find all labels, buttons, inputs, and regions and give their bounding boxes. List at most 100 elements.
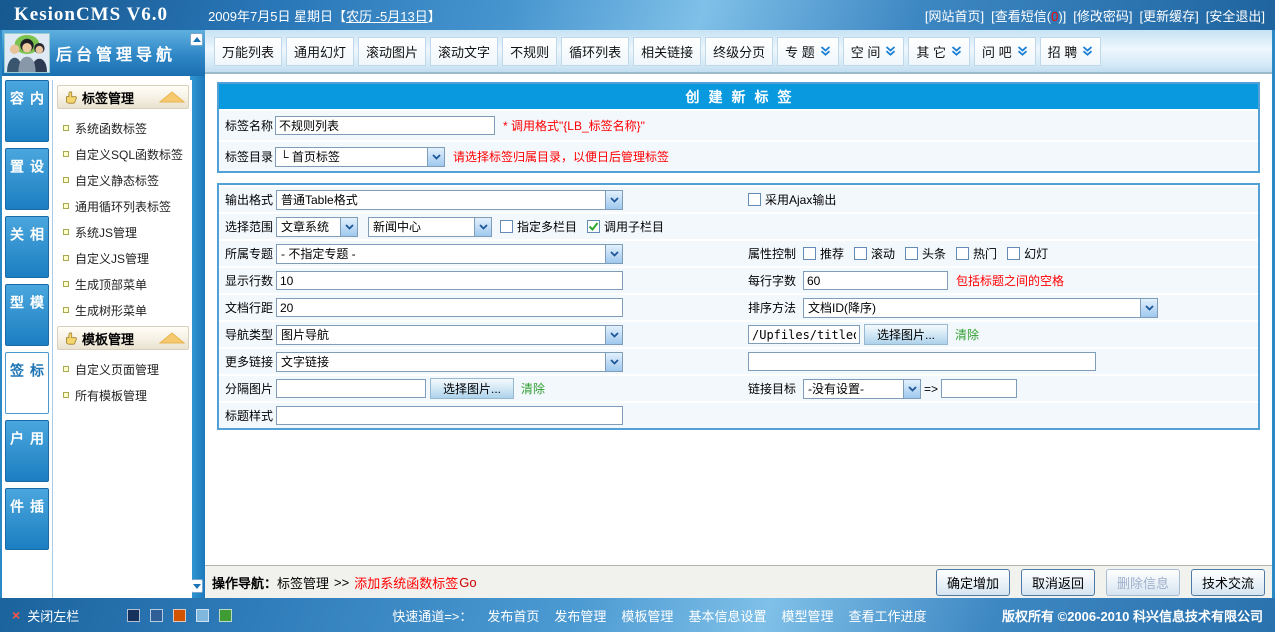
tag-directory-select[interactable]: └ 首页标签 <box>275 147 445 167</box>
menu-section-template-management[interactable]: 模板管理 <box>57 326 189 350</box>
section-collapse-icon <box>159 332 185 344</box>
display-rows-input[interactable] <box>276 271 623 290</box>
chars-per-line-hint: 包括标题之间的空格 <box>956 272 1064 289</box>
logout-link[interactable]: [安全退出] <box>1206 6 1265 25</box>
menu-section-tag-management[interactable]: 标签管理 <box>57 85 189 109</box>
tech-support-button[interactable]: 技术交流 <box>1191 569 1265 596</box>
quick-link-publish-home[interactable]: 发布首页 <box>487 606 539 625</box>
choose-separator-image-button[interactable]: 选择图片... <box>430 378 514 399</box>
chevron-double-down-icon <box>1082 46 1093 56</box>
more-link-select[interactable]: 文字链接 <box>276 352 623 372</box>
attr-scroll-checkbox[interactable] <box>854 247 867 260</box>
title-image-path-input[interactable] <box>748 325 860 344</box>
nav-type-row: 导航类型 图片导航 选择图片... 清除 <box>219 320 1258 347</box>
lunar-date-link[interactable]: 农历 -5月13日 <box>346 9 428 24</box>
collapse-down-button[interactable] <box>191 579 203 593</box>
tab-related-links[interactable]: 相关链接 <box>633 37 701 66</box>
attr-slide-checkbox[interactable] <box>1007 247 1020 260</box>
menu-item-system-js[interactable]: 系统JS管理 <box>56 219 190 245</box>
change-password-link[interactable]: [修改密码] <box>1073 6 1132 25</box>
ajax-output-checkbox[interactable] <box>748 193 761 206</box>
tab-space[interactable]: 空 间 <box>843 37 905 66</box>
menu-item-all-templates[interactable]: 所有模板管理 <box>56 382 190 408</box>
sidebar-tab-settings[interactable]: 设置 <box>5 148 49 210</box>
tab-universal-list[interactable]: 万能列表 <box>214 37 282 66</box>
nav-type-select[interactable]: 图片导航 <box>276 325 623 345</box>
attr-headline-checkbox[interactable] <box>905 247 918 260</box>
link-target-value-input[interactable] <box>941 379 1017 398</box>
theme-swatch[interactable] <box>150 609 163 622</box>
topic-select[interactable]: - 不指定专题 - <box>276 244 623 264</box>
attr-hot-checkbox[interactable] <box>956 247 969 260</box>
confirm-add-button[interactable]: 确定增加 <box>936 569 1010 596</box>
clear-title-image-link[interactable]: 清除 <box>955 326 979 343</box>
quick-link-model-manage[interactable]: 模型管理 <box>781 606 833 625</box>
theme-swatch[interactable] <box>219 609 232 622</box>
multi-category-checkbox[interactable] <box>500 220 513 233</box>
go-link[interactable]: Go <box>459 575 476 590</box>
clear-separator-image-link[interactable]: 清除 <box>521 380 545 397</box>
menu-item-custom-js[interactable]: 自定义JS管理 <box>56 245 190 271</box>
sidebar-tab-plugins[interactable]: 插件 <box>5 488 49 550</box>
theme-swatch[interactable] <box>127 609 140 622</box>
output-format-select[interactable]: 普通Table格式 <box>276 190 623 210</box>
add-system-tag-link[interactable]: 添加系统函数标签 <box>354 573 458 592</box>
theme-swatch[interactable] <box>196 609 209 622</box>
dropdown-arrow-icon <box>1140 299 1157 317</box>
more-link-url-input[interactable] <box>748 352 1096 371</box>
sort-method-select[interactable]: 文档ID(降序) <box>803 298 1158 318</box>
menu-item-custom-page[interactable]: 自定义页面管理 <box>56 356 190 382</box>
cancel-return-button[interactable]: 取消返回 <box>1021 569 1095 596</box>
site-home-link[interactable]: [网站首页] <box>925 6 984 25</box>
tab-pagination[interactable]: 终级分页 <box>705 37 773 66</box>
collapse-up-button[interactable] <box>190 33 203 46</box>
tab-scroll-text[interactable]: 滚动文字 <box>430 37 498 66</box>
tab-ask[interactable]: 问 吧 <box>974 37 1036 66</box>
tab-loop-list[interactable]: 循环列表 <box>561 37 629 66</box>
line-spacing-input[interactable] <box>276 298 623 317</box>
close-left-panel-button[interactable]: × 关闭左栏 <box>12 606 79 625</box>
quick-link-basic-info[interactable]: 基本信息设置 <box>688 606 766 625</box>
quick-link-publish-manage[interactable]: 发布管理 <box>554 606 606 625</box>
quick-link-work-progress[interactable]: 查看工作进度 <box>848 606 926 625</box>
tab-others[interactable]: 其 它 <box>908 37 970 66</box>
menu-item-system-function-tags[interactable]: 系统函数标签 <box>56 115 190 141</box>
attr-recommend-checkbox[interactable] <box>803 247 816 260</box>
refresh-cache-link[interactable]: [更新缓存] <box>1140 6 1199 25</box>
sidebar-tab-related[interactable]: 相关 <box>5 216 49 278</box>
menu-item-tree-menu[interactable]: 生成树形菜单 <box>56 297 190 323</box>
separator-image-input[interactable] <box>276 379 426 398</box>
menu-item-custom-static-tags[interactable]: 自定义静态标签 <box>56 167 190 193</box>
choose-title-image-button[interactable]: 选择图片... <box>864 324 948 345</box>
menu-item-custom-sql-tags[interactable]: 自定义SQL函数标签 <box>56 141 190 167</box>
view-messages-link[interactable]: [查看短信(0)] <box>991 6 1066 25</box>
system-select[interactable]: 文章系统 <box>276 217 358 237</box>
tab-scroll-images[interactable]: 滚动图片 <box>358 37 426 66</box>
link-target-select[interactable]: -没有设置- <box>803 379 921 399</box>
tab-topics[interactable]: 专 题 <box>777 37 839 66</box>
attribute-control-label: 属性控制 <box>748 245 803 262</box>
call-subcategory-checkbox[interactable] <box>587 220 600 233</box>
sidebar-tab-users[interactable]: 用户 <box>5 420 49 482</box>
select-range-row: 选择范围 文章系统 新闻中心 指定多栏目 调用子栏目 <box>219 212 1258 239</box>
tag-name-input[interactable] <box>275 116 495 135</box>
menu-item-loop-list-tags[interactable]: 通用循环列表标签 <box>56 193 190 219</box>
quick-link-template-manage[interactable]: 模板管理 <box>621 606 673 625</box>
tab-irregular[interactable]: 不规则 <box>502 37 557 66</box>
category-select[interactable]: 新闻中心 <box>368 217 492 237</box>
line-spacing-row: 文档行距 排序方法 文档ID(降序) <box>219 293 1258 320</box>
theme-swatch[interactable] <box>173 609 186 622</box>
display-rows-row: 显示行数 每行字数 包括标题之间的空格 <box>219 266 1258 293</box>
sidebar-module-tabs: 内容 设置 相关 模型 标签 用户 插件 <box>4 80 52 556</box>
sidebar-tab-content[interactable]: 内容 <box>5 80 49 142</box>
title-style-input[interactable] <box>276 406 623 425</box>
tab-slideshow[interactable]: 通用幻灯 <box>286 37 354 66</box>
dropdown-arrow-icon <box>474 218 491 236</box>
chars-per-line-input[interactable] <box>803 271 948 290</box>
bullet-icon <box>63 151 69 157</box>
tab-jobs[interactable]: 招 聘 <box>1040 37 1102 66</box>
menu-item-top-menu[interactable]: 生成顶部菜单 <box>56 271 190 297</box>
sidebar-tab-model[interactable]: 模型 <box>5 284 49 346</box>
sidebar-tab-tags[interactable]: 标签 <box>5 352 49 414</box>
sidebar-collapse-strip[interactable] <box>190 76 205 598</box>
